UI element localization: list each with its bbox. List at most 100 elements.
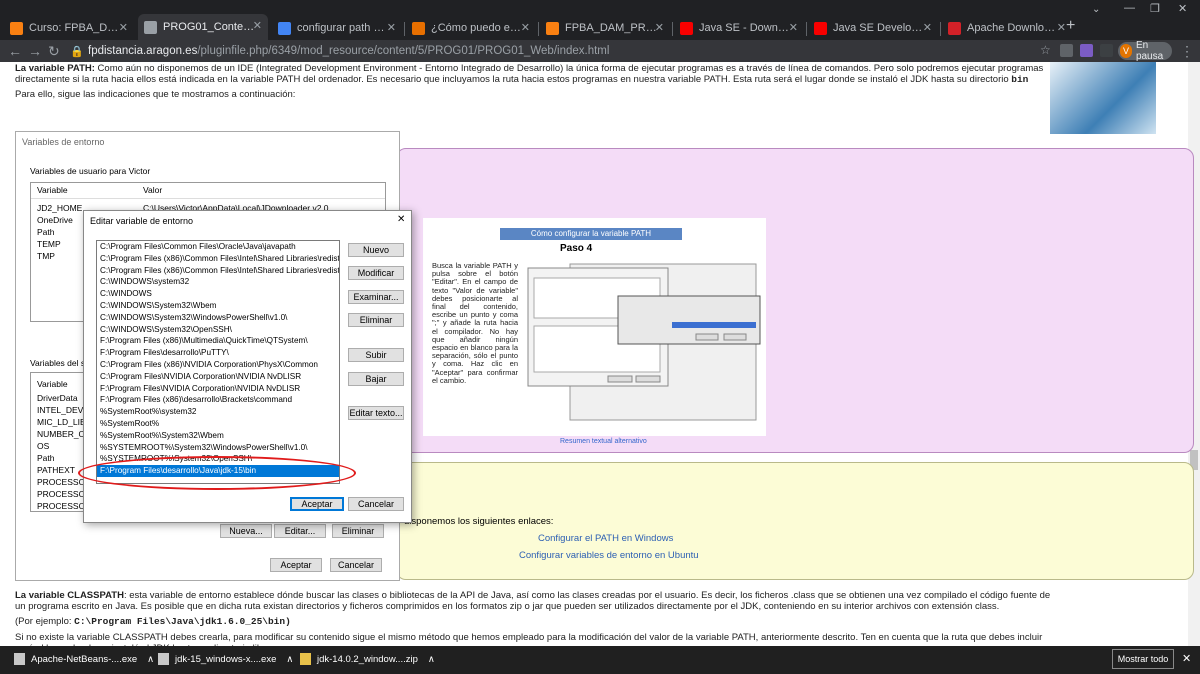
extension-icon[interactable]	[1060, 44, 1073, 57]
extension-icon[interactable]	[1080, 44, 1093, 57]
chevron-up-icon[interactable]: ∧	[147, 654, 154, 665]
tab-separator	[538, 22, 539, 36]
move-up-button[interactable]: Subir	[348, 348, 404, 362]
close-icon[interactable]: ✕	[397, 214, 405, 225]
delete-system-var-button[interactable]: Eliminar	[332, 524, 384, 538]
tab-close-icon[interactable]: ✕	[119, 21, 128, 34]
new-tab-button[interactable]: +	[1066, 18, 1075, 34]
download-item[interactable]: Apache-NetBeans-....exe ∧	[14, 653, 154, 665]
minimize-button[interactable]: —	[1124, 2, 1135, 14]
user-var-name[interactable]: TMP	[37, 251, 55, 261]
path-entry[interactable]: C:\WINDOWS\system32	[97, 276, 339, 288]
path-entry[interactable]: C:\Program Files (x86)\Common Files\Inte…	[97, 265, 339, 277]
chevron-up-icon[interactable]: ∧	[286, 654, 293, 665]
link-path-windows[interactable]: Configurar el PATH en Windows	[538, 533, 673, 544]
col-value: Valor	[143, 185, 163, 195]
link-env-ubuntu[interactable]: Configurar variables de entorno en Ubunt…	[519, 550, 699, 561]
links-intro: disponemos los siguientes enlaces:	[404, 516, 554, 527]
show-all-button[interactable]: Mostrar todo	[1112, 649, 1174, 669]
oracle-icon	[680, 21, 693, 35]
tab-close-icon[interactable]: ✕	[655, 21, 664, 34]
reload-icon[interactable]: ↻	[48, 43, 60, 60]
forward-icon[interactable]: →	[28, 43, 42, 59]
user-var-name[interactable]: TEMP	[37, 239, 61, 249]
edit-system-var-button[interactable]: Editar...	[274, 524, 326, 538]
path-entry[interactable]: F:\Program Files (x86)\desarrollo\Bracke…	[97, 394, 339, 406]
path-entry[interactable]: F:\Program Files\NVIDIA Corporation\NVID…	[97, 383, 339, 395]
edit-entry-button[interactable]: Modificar	[348, 266, 404, 280]
delete-entry-button[interactable]: Eliminar	[348, 313, 404, 327]
path-entry[interactable]: %SYSTEMROOT%\System32\WindowsPowerShell\…	[97, 442, 339, 454]
user-var-name[interactable]: OneDrive	[37, 215, 73, 225]
tab-separator	[672, 22, 673, 36]
tab-search-icon[interactable]: ⌄	[1092, 4, 1100, 15]
browser-tab-strip: ⌄ — ❐ ✕ Curso: FPBA_DAM_PROG_P✕PROG01_Co…	[0, 0, 1200, 40]
tab-separator	[404, 22, 405, 36]
path-entry[interactable]: %SystemRoot%	[97, 418, 339, 430]
path-entry[interactable]: F:\Program Files (x86)\Multimedia\QuickT…	[97, 335, 339, 347]
chevron-up-icon[interactable]: ∧	[428, 654, 435, 665]
system-var-name[interactable]: Path	[37, 453, 55, 463]
system-var-name[interactable]: DriverData	[37, 393, 78, 403]
path-paragraph: La variable PATH: Como aún no disponemos…	[15, 63, 1044, 85]
system-var-name[interactable]: PATHEXT	[37, 465, 75, 475]
ok-button[interactable]: Aceptar	[270, 558, 322, 572]
path-entry[interactable]: C:\Program Files\NVIDIA Corporation\NVID…	[97, 371, 339, 383]
close-window-button[interactable]: ✕	[1178, 2, 1187, 15]
tab-0[interactable]: Curso: FPBA_DAM_PROG_P✕	[4, 16, 134, 40]
tab-close-icon[interactable]: ✕	[521, 21, 530, 34]
profile-button[interactable]: V En pausa	[1118, 40, 1172, 62]
path-entry[interactable]: C:\Program Files\Common Files\Oracle\Jav…	[97, 241, 339, 253]
path-entry[interactable]: C:\WINDOWS\System32\WindowsPowerShell\v1…	[97, 312, 339, 324]
address-bar[interactable]: fpdistancia.aragon.es/pluginfile.php/634…	[88, 45, 1028, 57]
new-system-var-button[interactable]: Nueva...	[220, 524, 272, 538]
tab-close-icon[interactable]: ✕	[1057, 21, 1066, 34]
tutorial-caption-link[interactable]: Resumen textual alternativo	[560, 438, 647, 445]
path-entry[interactable]: C:\Program Files (x86)\NVIDIA Corporatio…	[97, 359, 339, 371]
edit-text-button[interactable]: Editar texto...	[348, 406, 404, 420]
tab-7[interactable]: Apache Download Mirrors✕	[942, 16, 1072, 40]
lock-icon[interactable]: 🔒	[70, 45, 84, 58]
browse-button[interactable]: Examinar...	[348, 290, 404, 304]
system-var-name[interactable]: OS	[37, 441, 49, 451]
path-entry[interactable]: F:\Program Files\desarrollo\PuTTY\	[97, 347, 339, 359]
tab-3[interactable]: ¿Cómo puedo establecer o✕	[406, 16, 536, 40]
cancel-button[interactable]: Cancelar	[330, 558, 382, 572]
path-entry[interactable]: %SystemRoot%\System32\Wbem	[97, 430, 339, 442]
menu-kebab-icon[interactable]: ⋮	[1180, 43, 1194, 60]
tab-close-icon[interactable]: ✕	[387, 21, 396, 34]
cancel-button[interactable]: Cancelar	[348, 497, 404, 511]
move-down-button[interactable]: Bajar	[348, 372, 404, 386]
magnifier-illustration	[1050, 62, 1156, 134]
download-item[interactable]: jdk-15_windows-x....exe ∧	[158, 653, 293, 665]
tab-close-icon[interactable]: ✕	[923, 21, 932, 34]
tab-5[interactable]: Java SE - Downloads | Oracl✕	[674, 16, 804, 40]
tab-label: Curso: FPBA_DAM_PROG_P	[29, 22, 121, 34]
download-item[interactable]: jdk-14.0.2_window....zip ∧	[300, 653, 435, 665]
back-icon[interactable]: ←	[8, 43, 22, 59]
tab-2[interactable]: configurar path y classpath✕	[272, 16, 402, 40]
maximize-button[interactable]: ❐	[1150, 2, 1160, 15]
path-entry[interactable]: %SystemRoot%\system32	[97, 406, 339, 418]
avatar: V	[1120, 44, 1132, 58]
extensions-puzzle-icon[interactable]	[1100, 44, 1113, 57]
tab-close-icon[interactable]: ✕	[253, 19, 262, 32]
tab-1[interactable]: PROG01_Contenidos✕	[138, 14, 268, 40]
path-entry[interactable]: C:\WINDOWS\System32\OpenSSH\	[97, 324, 339, 336]
file-icon	[158, 653, 169, 665]
download-label: Apache-NetBeans-....exe	[31, 653, 138, 665]
tab-6[interactable]: Java SE Development Kit 15✕	[808, 16, 938, 40]
new-entry-button[interactable]: Nuevo	[348, 243, 404, 257]
user-var-name[interactable]: Path	[37, 227, 55, 237]
path-entry[interactable]: C:\WINDOWS	[97, 288, 339, 300]
tab-4[interactable]: FPBA_DAM_PROG: Tarea 1✕	[540, 16, 670, 40]
ok-button[interactable]: Aceptar	[290, 497, 344, 511]
user-var-name[interactable]: JD2_HOME	[37, 203, 82, 213]
close-downloads-icon[interactable]: ✕	[1182, 652, 1191, 665]
path-entry[interactable]: C:\Program Files (x86)\Common Files\Inte…	[97, 253, 339, 265]
bookmark-star-icon[interactable]: ☆	[1040, 43, 1051, 57]
tab-close-icon[interactable]: ✕	[789, 21, 798, 34]
path-entries-list[interactable]: C:\Program Files\Common Files\Oracle\Jav…	[96, 240, 340, 484]
java-icon	[412, 21, 425, 35]
path-entry[interactable]: C:\WINDOWS\System32\Wbem	[97, 300, 339, 312]
